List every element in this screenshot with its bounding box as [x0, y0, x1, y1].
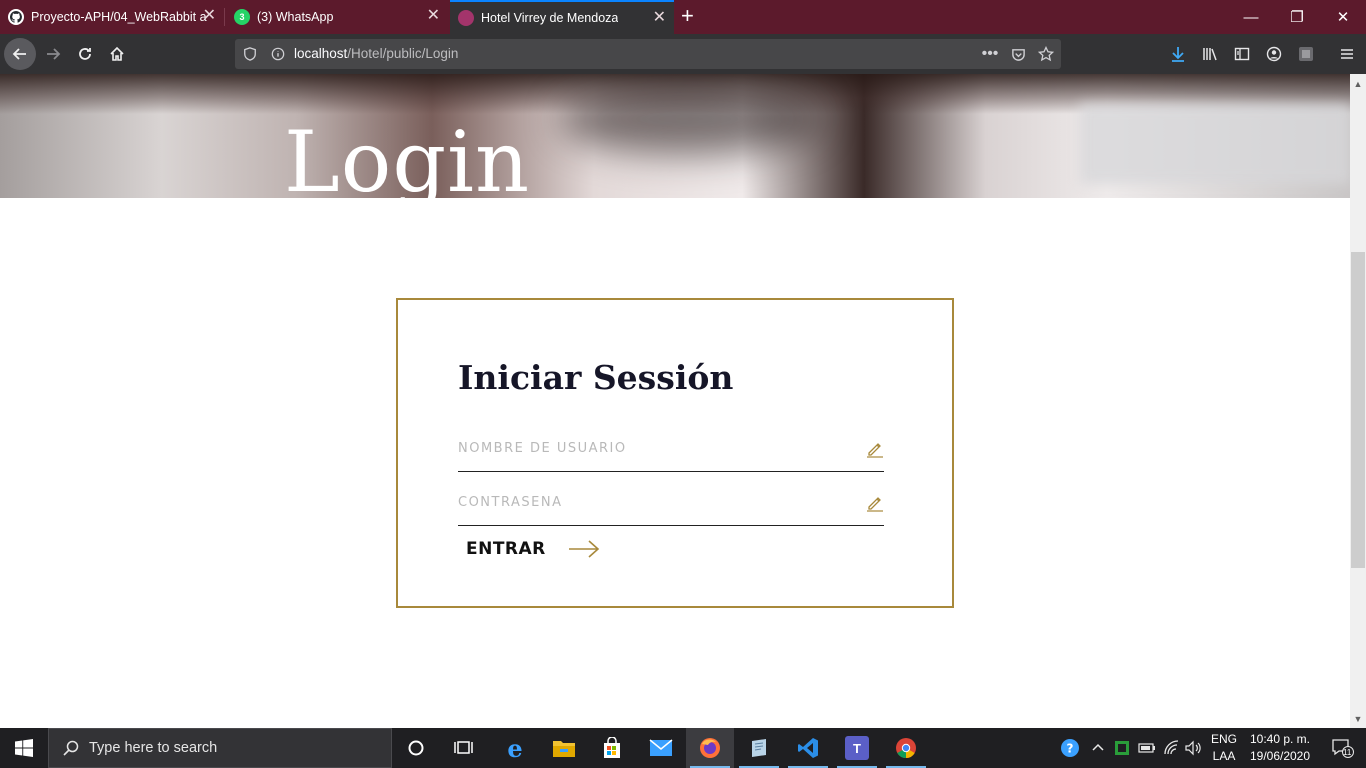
windows-start-icon[interactable]	[0, 728, 48, 768]
account-icon[interactable]	[1263, 43, 1285, 65]
help-icon[interactable]: ?	[1058, 728, 1082, 768]
tab-title: Hotel Virrey de Mendoza	[481, 11, 619, 25]
clock[interactable]: 10:40 p. m. 19/06/2020	[1240, 731, 1320, 765]
tab-hotel-virrey[interactable]: Hotel Virrey de Mendoza ✕	[450, 0, 674, 34]
login-heading: Iniciar Sessión	[458, 358, 734, 397]
action-center-icon[interactable]: 11	[1322, 728, 1362, 768]
close-tab-icon[interactable]: ✕	[203, 8, 216, 24]
wifi-icon[interactable]	[1161, 728, 1183, 768]
home-icon[interactable]	[101, 38, 133, 70]
bookmark-star-icon[interactable]	[1037, 45, 1055, 63]
close-window-icon[interactable]: ✕	[1320, 0, 1366, 34]
chevron-up-icon[interactable]	[1089, 728, 1107, 768]
firefox-icon[interactable]	[686, 728, 734, 768]
scroll-up-icon[interactable]: ▲	[1350, 76, 1366, 92]
tab-title: Proyecto-APH/04_WebRabbit a	[31, 10, 207, 24]
task-view-icon[interactable]	[440, 728, 488, 768]
language-code: ENG	[1210, 732, 1237, 746]
volume-icon[interactable]	[1184, 728, 1204, 768]
whatsapp-icon: 3	[234, 9, 250, 25]
close-tab-icon[interactable]: ✕	[427, 8, 440, 24]
restore-icon[interactable]: ❐	[1274, 0, 1320, 34]
teams-icon[interactable]: T	[833, 728, 881, 768]
hero-photo-shade	[560, 84, 820, 154]
search-icon	[63, 740, 79, 756]
vertical-scrollbar[interactable]: ▲ ▼	[1350, 74, 1366, 729]
tab-whatsapp[interactable]: 3 (3) WhatsApp ✕	[226, 0, 448, 34]
clock-date: 19/06/2020	[1249, 749, 1311, 763]
pocket-icon[interactable]	[1009, 45, 1027, 63]
extension-icon[interactable]	[1295, 43, 1317, 65]
github-icon	[8, 9, 24, 25]
chrome-icon[interactable]	[882, 728, 930, 768]
login-form: Iniciar Sessión ENTRAR	[396, 298, 954, 608]
menu-icon[interactable]	[1336, 43, 1358, 65]
file-explorer-icon[interactable]	[540, 728, 588, 768]
scroll-down-icon[interactable]: ▼	[1350, 711, 1366, 727]
web-page: Login Iniciar Sessión ENTRAR	[0, 74, 1350, 709]
back-icon[interactable]	[4, 38, 36, 70]
security-tray-icon[interactable]	[1112, 728, 1132, 768]
vscode-icon[interactable]	[784, 728, 832, 768]
url-text[interactable]: localhost/Hotel/public/Login	[294, 46, 458, 61]
svg-text:?: ?	[1067, 742, 1074, 756]
password-field-wrapper	[458, 484, 884, 526]
page-title: Login	[284, 113, 531, 198]
keyboard-layout: LAA	[1212, 749, 1236, 763]
address-bar[interactable]: localhost/Hotel/public/Login •••	[235, 39, 1061, 69]
tab-github[interactable]: Proyecto-APH/04_WebRabbit a ✕	[0, 0, 225, 34]
mail-icon[interactable]	[637, 728, 685, 768]
notes-app-icon[interactable]	[735, 728, 783, 768]
notification-count: 11	[1343, 748, 1352, 757]
downloads-icon[interactable]	[1167, 43, 1189, 65]
password-input[interactable]	[458, 484, 858, 520]
url-host: localhost	[294, 46, 348, 61]
minimize-icon[interactable]: —	[1228, 0, 1274, 34]
url-path: /Hotel/public/Login	[347, 46, 459, 61]
search-placeholder: Type here to search	[89, 740, 218, 756]
pencil-icon	[867, 443, 883, 458]
browser-tab-strip: Proyecto-APH/04_WebRabbit a ✕ 3 (3) What…	[0, 0, 1366, 34]
tab-title: (3) WhatsApp	[257, 10, 334, 24]
forward-icon[interactable]	[37, 38, 69, 70]
hero-photo-highlight	[1080, 104, 1350, 184]
clock-time: 10:40 p. m.	[1249, 732, 1311, 746]
windows-taskbar: Type here to search e T ? ENG LAA 10:40 …	[0, 728, 1366, 768]
username-field-wrapper	[458, 430, 884, 472]
arrow-right-icon	[568, 540, 599, 558]
site-icon	[458, 10, 474, 26]
cortana-icon[interactable]	[392, 728, 440, 768]
tab-separator	[224, 8, 225, 26]
pencil-icon	[867, 497, 883, 512]
reload-icon[interactable]	[69, 38, 101, 70]
edge-icon[interactable]: e	[491, 728, 539, 768]
taskbar-search[interactable]: Type here to search	[48, 728, 392, 768]
scrollbar-thumb[interactable]	[1351, 252, 1365, 568]
hero-banner: Login	[0, 74, 1350, 198]
close-tab-icon[interactable]: ✕	[653, 10, 666, 26]
username-input[interactable]	[458, 430, 858, 466]
microsoft-store-icon[interactable]	[588, 728, 636, 768]
language-indicator[interactable]: ENG LAA	[1206, 731, 1242, 765]
battery-icon[interactable]	[1136, 728, 1158, 768]
sidebar-icon[interactable]	[1231, 43, 1253, 65]
page-actions-icon[interactable]: •••	[981, 45, 999, 63]
info-icon[interactable]	[269, 45, 287, 63]
new-tab-icon[interactable]: +	[681, 5, 694, 27]
shield-icon[interactable]	[241, 45, 259, 63]
library-icon[interactable]	[1199, 43, 1221, 65]
submit-label: ENTRAR	[466, 539, 546, 559]
submit-button[interactable]: ENTRAR	[466, 534, 600, 564]
browser-nav-bar: localhost/Hotel/public/Login •••	[0, 34, 1366, 74]
